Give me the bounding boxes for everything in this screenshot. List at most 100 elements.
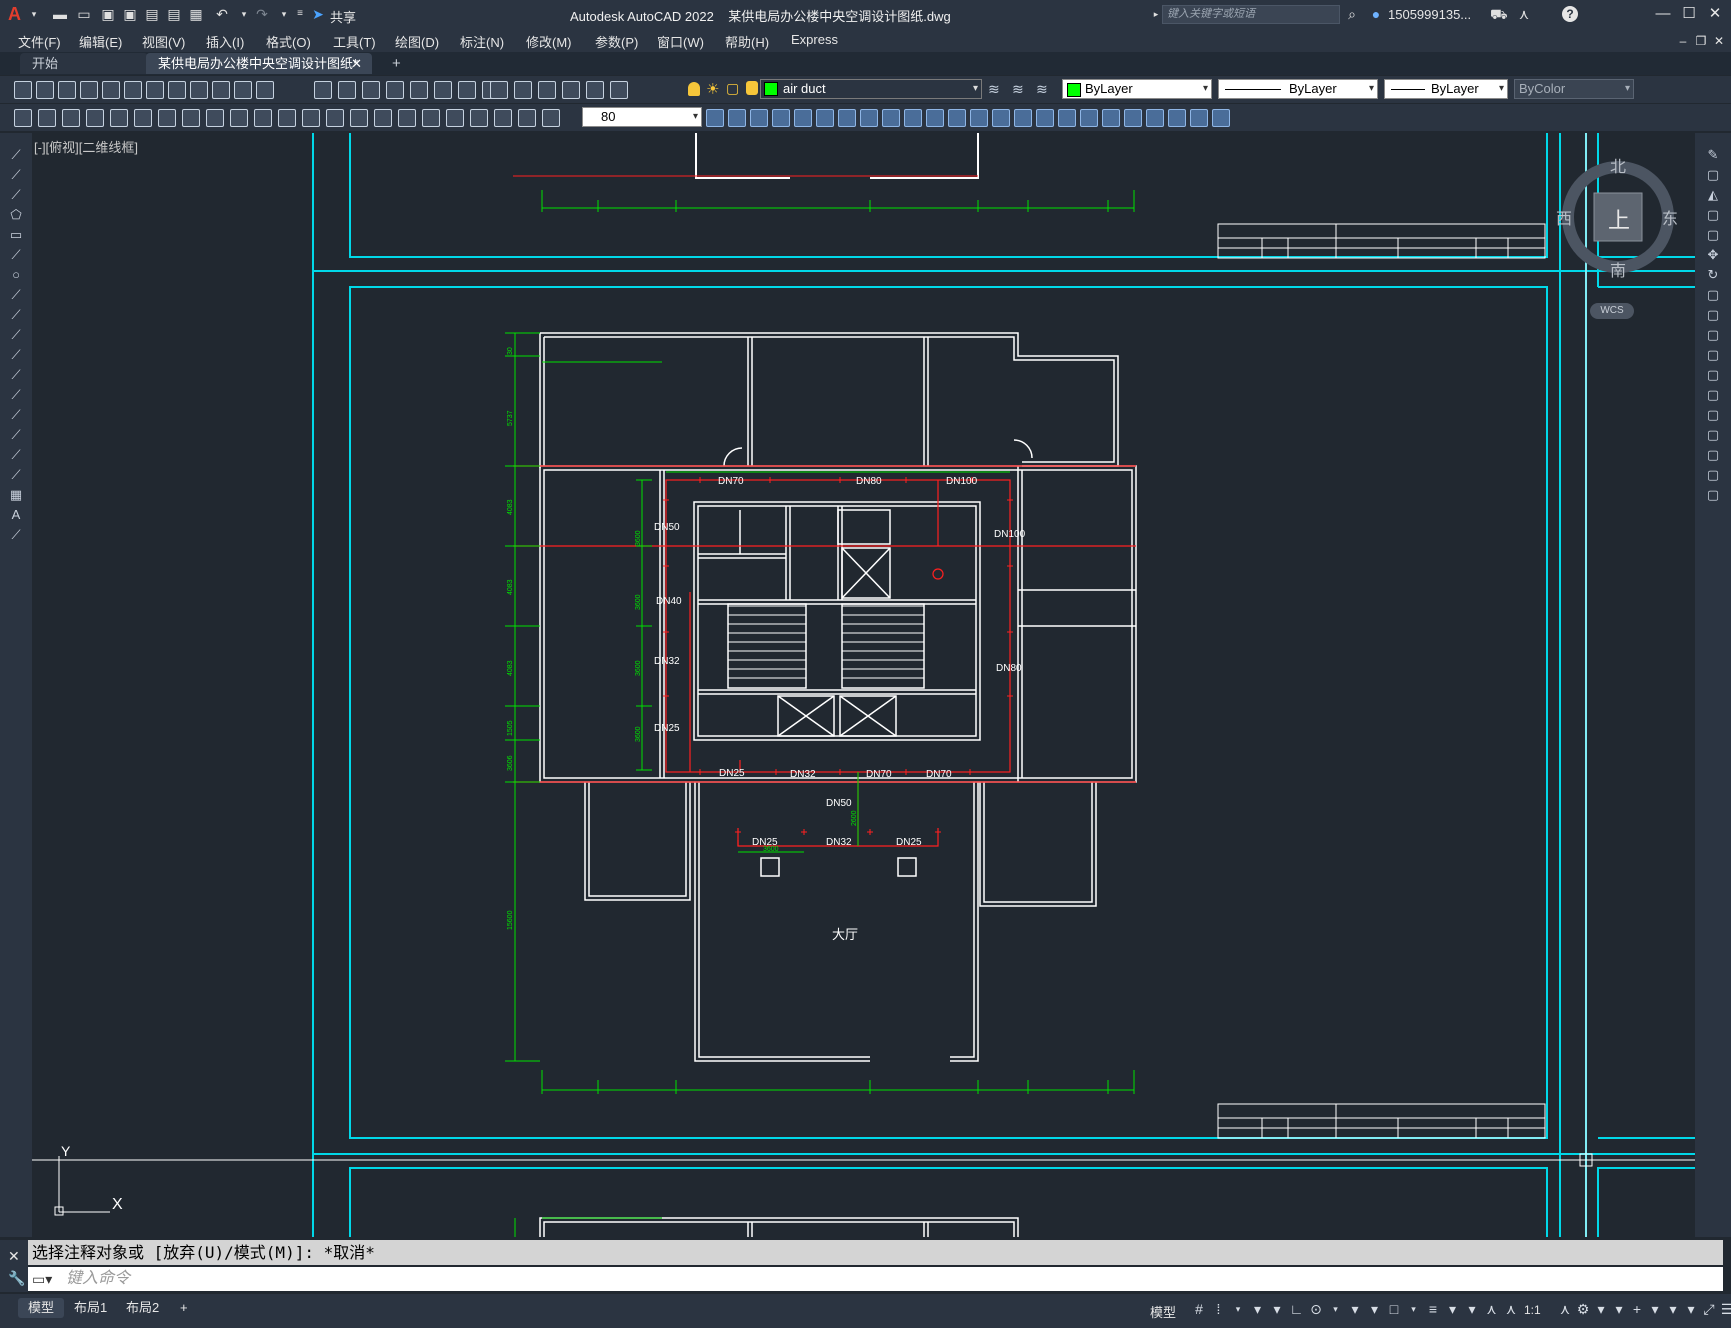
hatch-icon[interactable]: ⟋ <box>8 427 24 443</box>
save-as-icon[interactable]: ▣ <box>122 6 138 22</box>
point-icon[interactable]: ⟋ <box>8 407 24 423</box>
break-at-point-icon[interactable]: ▢ <box>1705 367 1721 383</box>
quick-dim-icon[interactable] <box>278 109 296 127</box>
snap-menu-icon[interactable]: ▾ <box>1229 1300 1247 1318</box>
infer-constraints-icon[interactable]: ▾ <box>1249 1300 1267 1318</box>
lineweight-dropdown[interactable]: ByLayer ▾ <box>1384 79 1508 99</box>
copy-icon[interactable] <box>190 81 208 99</box>
multiline-text-icon[interactable] <box>38 109 56 127</box>
ortho-icon[interactable]: ∟ <box>1288 1300 1306 1318</box>
annotation-monitor-icon[interactable]: ▾ <box>1592 1300 1610 1318</box>
rotate-icon[interactable]: ↻ <box>1705 267 1721 283</box>
sweep-icon[interactable] <box>860 109 878 127</box>
radius-dim-icon[interactable] <box>182 109 200 127</box>
layer-properties-icon[interactable] <box>610 81 628 99</box>
isodraft-icon[interactable]: ▾ <box>1346 1300 1364 1318</box>
dynamic-input-icon[interactable]: ▾ <box>1268 1300 1286 1318</box>
layer-iso-icon[interactable] <box>62 109 80 127</box>
arc-length-dim-icon[interactable] <box>134 109 152 127</box>
redo-icon[interactable]: ↷ <box>254 6 270 22</box>
array-icon[interactable]: ▢ <box>1705 227 1721 243</box>
autodesk-app-icon[interactable]: ⋏ <box>1516 6 1532 22</box>
undo-arrow-icon[interactable]: ▾ <box>236 6 252 22</box>
transparency-icon[interactable]: ▾ <box>1444 1300 1462 1318</box>
dim-break-icon[interactable] <box>374 109 392 127</box>
markup-icon[interactable] <box>538 81 556 99</box>
baseline-dim-icon[interactable] <box>302 109 320 127</box>
make-block-icon[interactable]: ⟋ <box>8 387 24 403</box>
command-input[interactable]: ▭▾ 键入命令 <box>28 1267 1723 1291</box>
paste-icon[interactable] <box>212 81 230 99</box>
user-icon[interactable]: ● <box>1368 6 1384 22</box>
render-icon[interactable] <box>1058 109 1076 127</box>
lock-ui-icon[interactable]: ▾ <box>1646 1300 1664 1318</box>
open-icon[interactable] <box>36 81 54 99</box>
gradient-icon[interactable]: ⟋ <box>8 447 24 463</box>
layer-lock-icon[interactable] <box>746 81 758 95</box>
trim-icon[interactable]: ▢ <box>1705 327 1721 343</box>
hardware-acceleration-icon[interactable]: ▾ <box>1682 1300 1700 1318</box>
new-icon[interactable]: ▬ <box>52 6 68 22</box>
fillet-icon[interactable]: ▢ <box>1705 447 1721 463</box>
section-icon[interactable] <box>970 109 988 127</box>
grid-icon[interactable]: # <box>1190 1300 1208 1318</box>
color-dropdown[interactable]: ByLayer ▾ <box>1062 79 1212 99</box>
center-mark-icon[interactable] <box>422 109 440 127</box>
ellipse-icon[interactable]: ⟋ <box>8 327 24 343</box>
lineweight-display-icon[interactable]: ≡ <box>1424 1300 1442 1318</box>
cut-icon[interactable] <box>168 81 186 99</box>
menu-edit[interactable]: 编辑(E) <box>79 32 122 51</box>
ordinate-dim-icon[interactable] <box>158 109 176 127</box>
compass-south[interactable]: 南 <box>1610 257 1626 281</box>
multiline-text-tool-icon[interactable]: A <box>8 507 24 523</box>
revolve-icon[interactable] <box>882 109 900 127</box>
menu-help[interactable]: 帮助(H) <box>725 32 769 51</box>
polygon-icon[interactable]: ⬠ <box>8 207 24 223</box>
compass-west[interactable]: 西 <box>1556 205 1572 229</box>
save-icon[interactable]: ▣ <box>100 6 116 22</box>
layer-state-icon[interactable]: ≋ <box>1036 81 1048 98</box>
menu-view[interactable]: 视图(V) <box>142 32 185 51</box>
menu-tools[interactable]: 工具(T) <box>333 32 376 51</box>
publish-icon[interactable] <box>124 81 142 99</box>
copy-object-icon[interactable]: ▢ <box>1705 167 1721 183</box>
properties-icon[interactable] <box>458 81 476 99</box>
menu-modify[interactable]: 修改(M) <box>526 32 572 51</box>
new-tab-button[interactable]: + <box>380 53 406 74</box>
tab-document[interactable]: 某供电局办公楼中央空调设计图纸* ✕ <box>146 53 372 74</box>
extend-icon[interactable]: ▢ <box>1705 347 1721 363</box>
mesh-icon[interactable] <box>1102 109 1120 127</box>
undo-icon[interactable] <box>314 81 332 99</box>
clean-screen-icon[interactable]: ⤢ <box>1700 1300 1718 1318</box>
menu-window[interactable]: 窗口(W) <box>657 32 704 51</box>
menu-draw[interactable]: 绘图(D) <box>395 32 439 51</box>
arc-icon[interactable]: ⟋ <box>8 247 24 263</box>
surface-icon[interactable] <box>1124 109 1142 127</box>
menu-parametric[interactable]: 参数(P) <box>595 32 638 51</box>
tolerance-icon[interactable] <box>398 109 416 127</box>
dim-text-edit-icon[interactable] <box>518 109 536 127</box>
presspull-icon[interactable] <box>838 109 856 127</box>
diameter-dim-icon[interactable] <box>230 109 248 127</box>
cart-icon[interactable]: ⛟ <box>1490 6 1508 22</box>
layer-freeze-icon[interactable]: ▢ <box>726 80 739 97</box>
visual-style-icon[interactable] <box>1080 109 1098 127</box>
maximize-button[interactable]: ☐ <box>1676 4 1702 24</box>
3d-intersect-icon[interactable] <box>794 109 812 127</box>
layout-tab-1[interactable]: 布局1 <box>64 1298 117 1318</box>
construction-line-icon[interactable]: ⟋ <box>8 167 24 183</box>
offset-icon[interactable]: ▢ <box>1705 207 1721 223</box>
add-selected-icon[interactable]: ⟋ <box>8 527 24 543</box>
dim-style-icon[interactable] <box>706 109 724 127</box>
dim-edit-icon[interactable] <box>494 109 512 127</box>
chamfer-icon[interactable]: ▢ <box>1705 427 1721 443</box>
snap-icon[interactable]: ⁞ <box>1210 1300 1228 1318</box>
add-layout-button[interactable]: + <box>170 1298 198 1318</box>
sheet-set-icon[interactable] <box>514 81 532 99</box>
circle-icon[interactable]: ○ <box>8 267 24 283</box>
annotation-visibility-icon[interactable]: ⋏ <box>1483 1300 1501 1318</box>
search-input[interactable]: 键入关键字或短语 <box>1162 5 1340 24</box>
new-icon[interactable] <box>14 81 32 99</box>
viewcube[interactable]: 上 北 南 东 西 <box>1554 153 1682 281</box>
workspace-icon[interactable]: ⚙ <box>1574 1300 1592 1318</box>
